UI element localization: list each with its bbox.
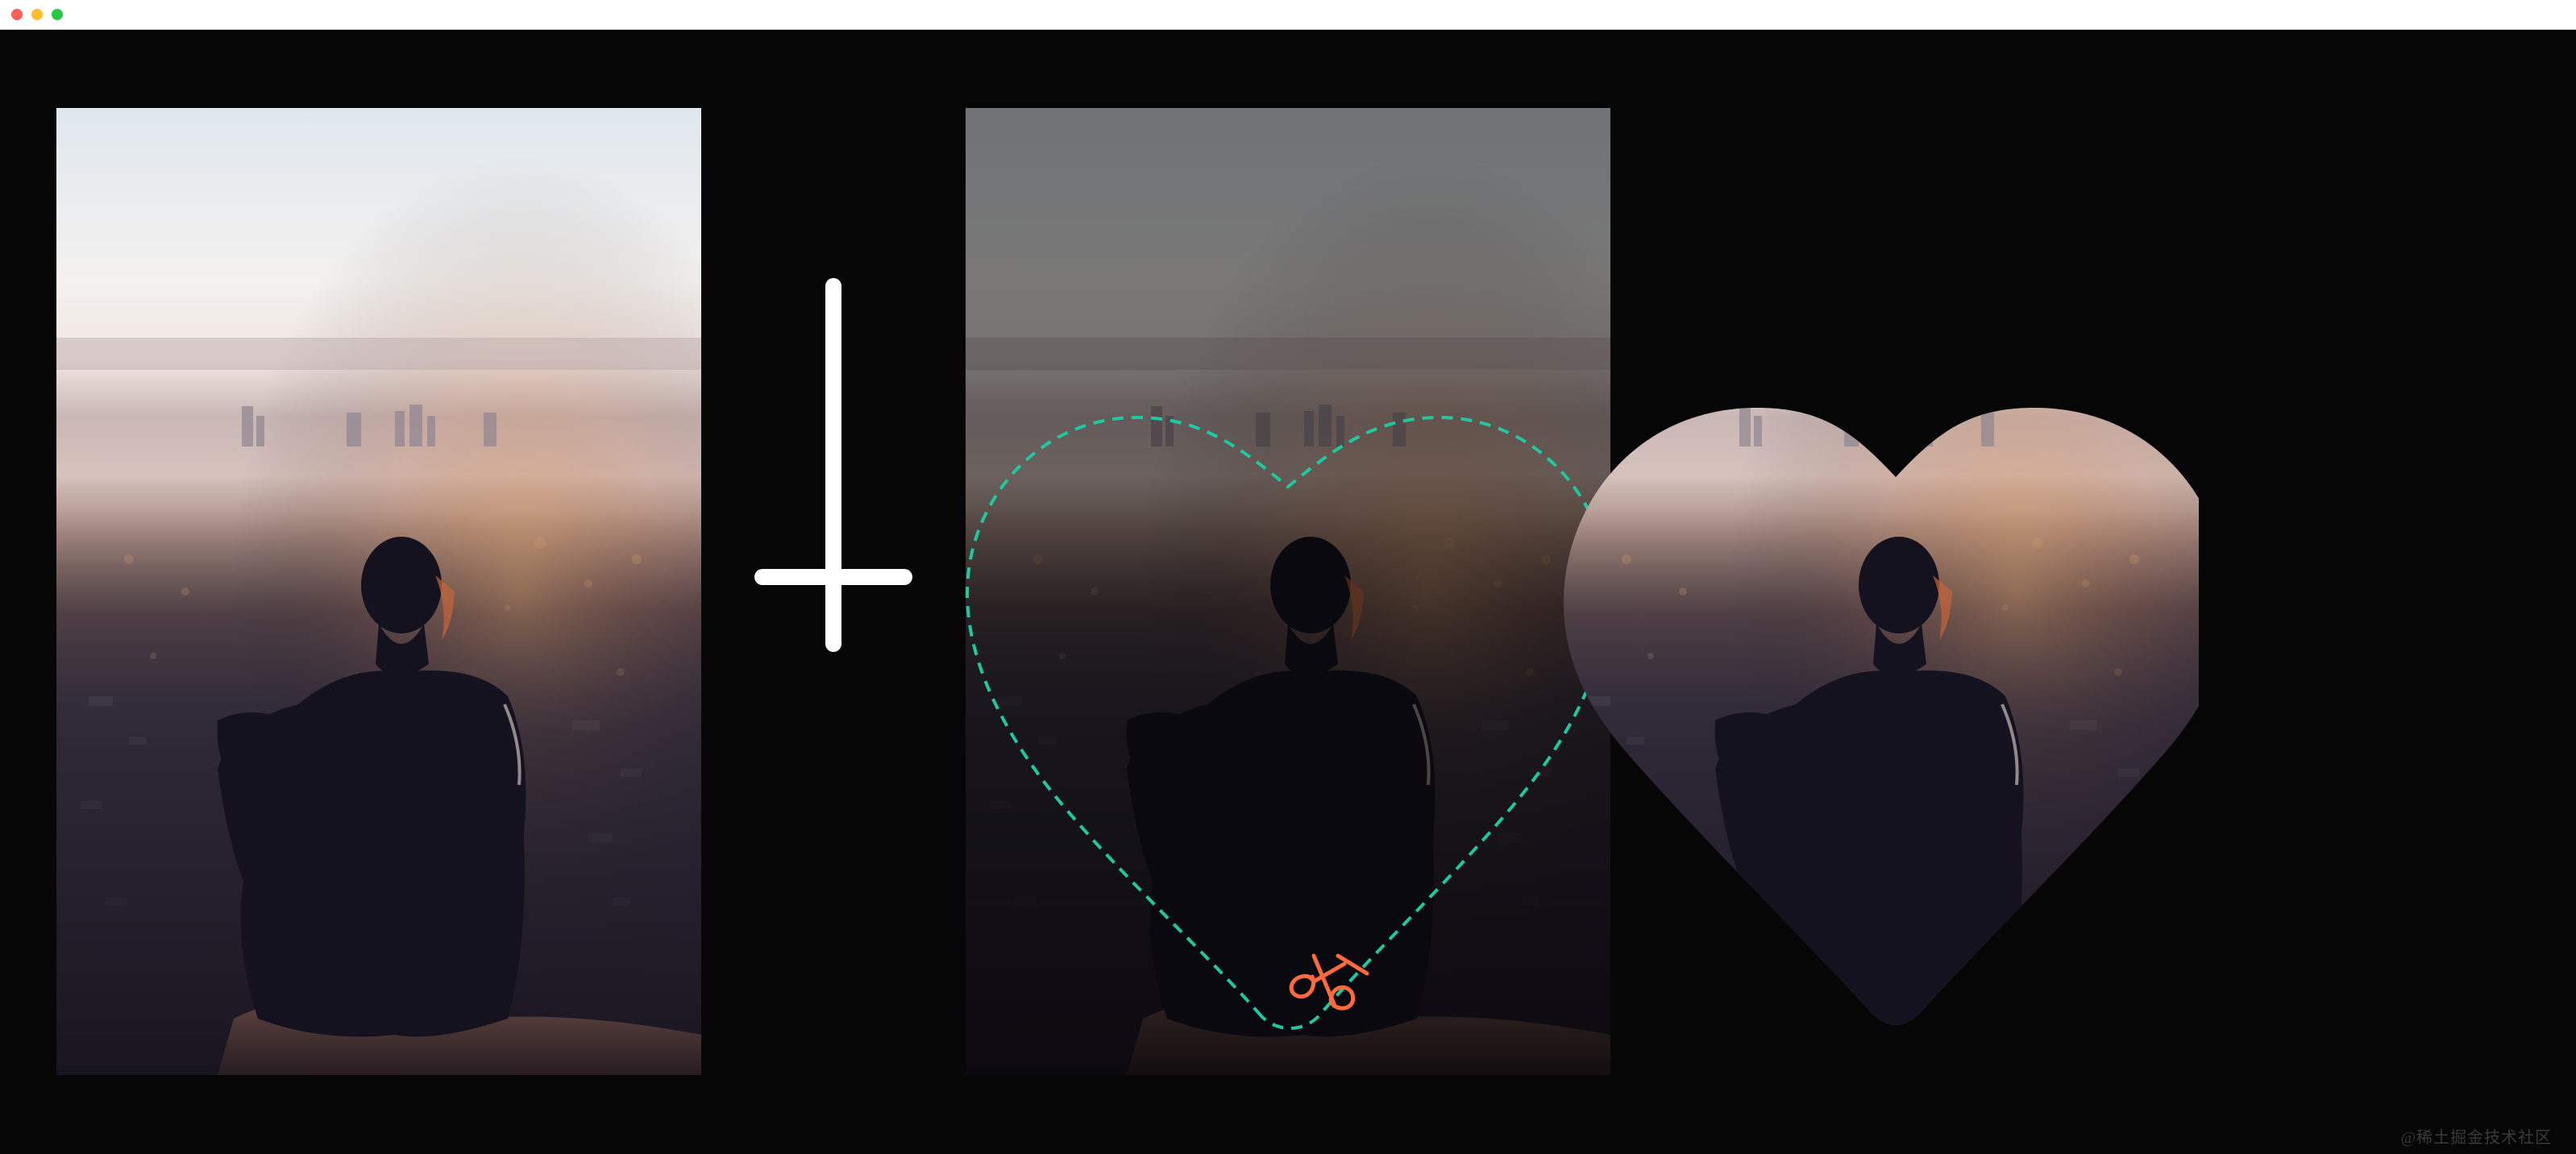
watermark-text: @稀土掘金技术社区 [2400, 1129, 2552, 1147]
illustration-canvas [56, 108, 2200, 1075]
title-bar [0, 0, 2576, 30]
original-photo [56, 108, 701, 1075]
app-window: @稀土掘金技术社区 [0, 0, 2576, 1154]
dimmed-photo [966, 108, 1610, 1075]
close-window-button[interactable] [11, 9, 23, 20]
minimize-window-button[interactable] [31, 9, 43, 20]
maximize-window-button[interactable] [52, 9, 63, 20]
illustration-stage: @稀土掘金技术社区 [0, 29, 2576, 1154]
heart-cropped-photo [1564, 408, 2200, 1025]
plus-icon [754, 278, 912, 652]
